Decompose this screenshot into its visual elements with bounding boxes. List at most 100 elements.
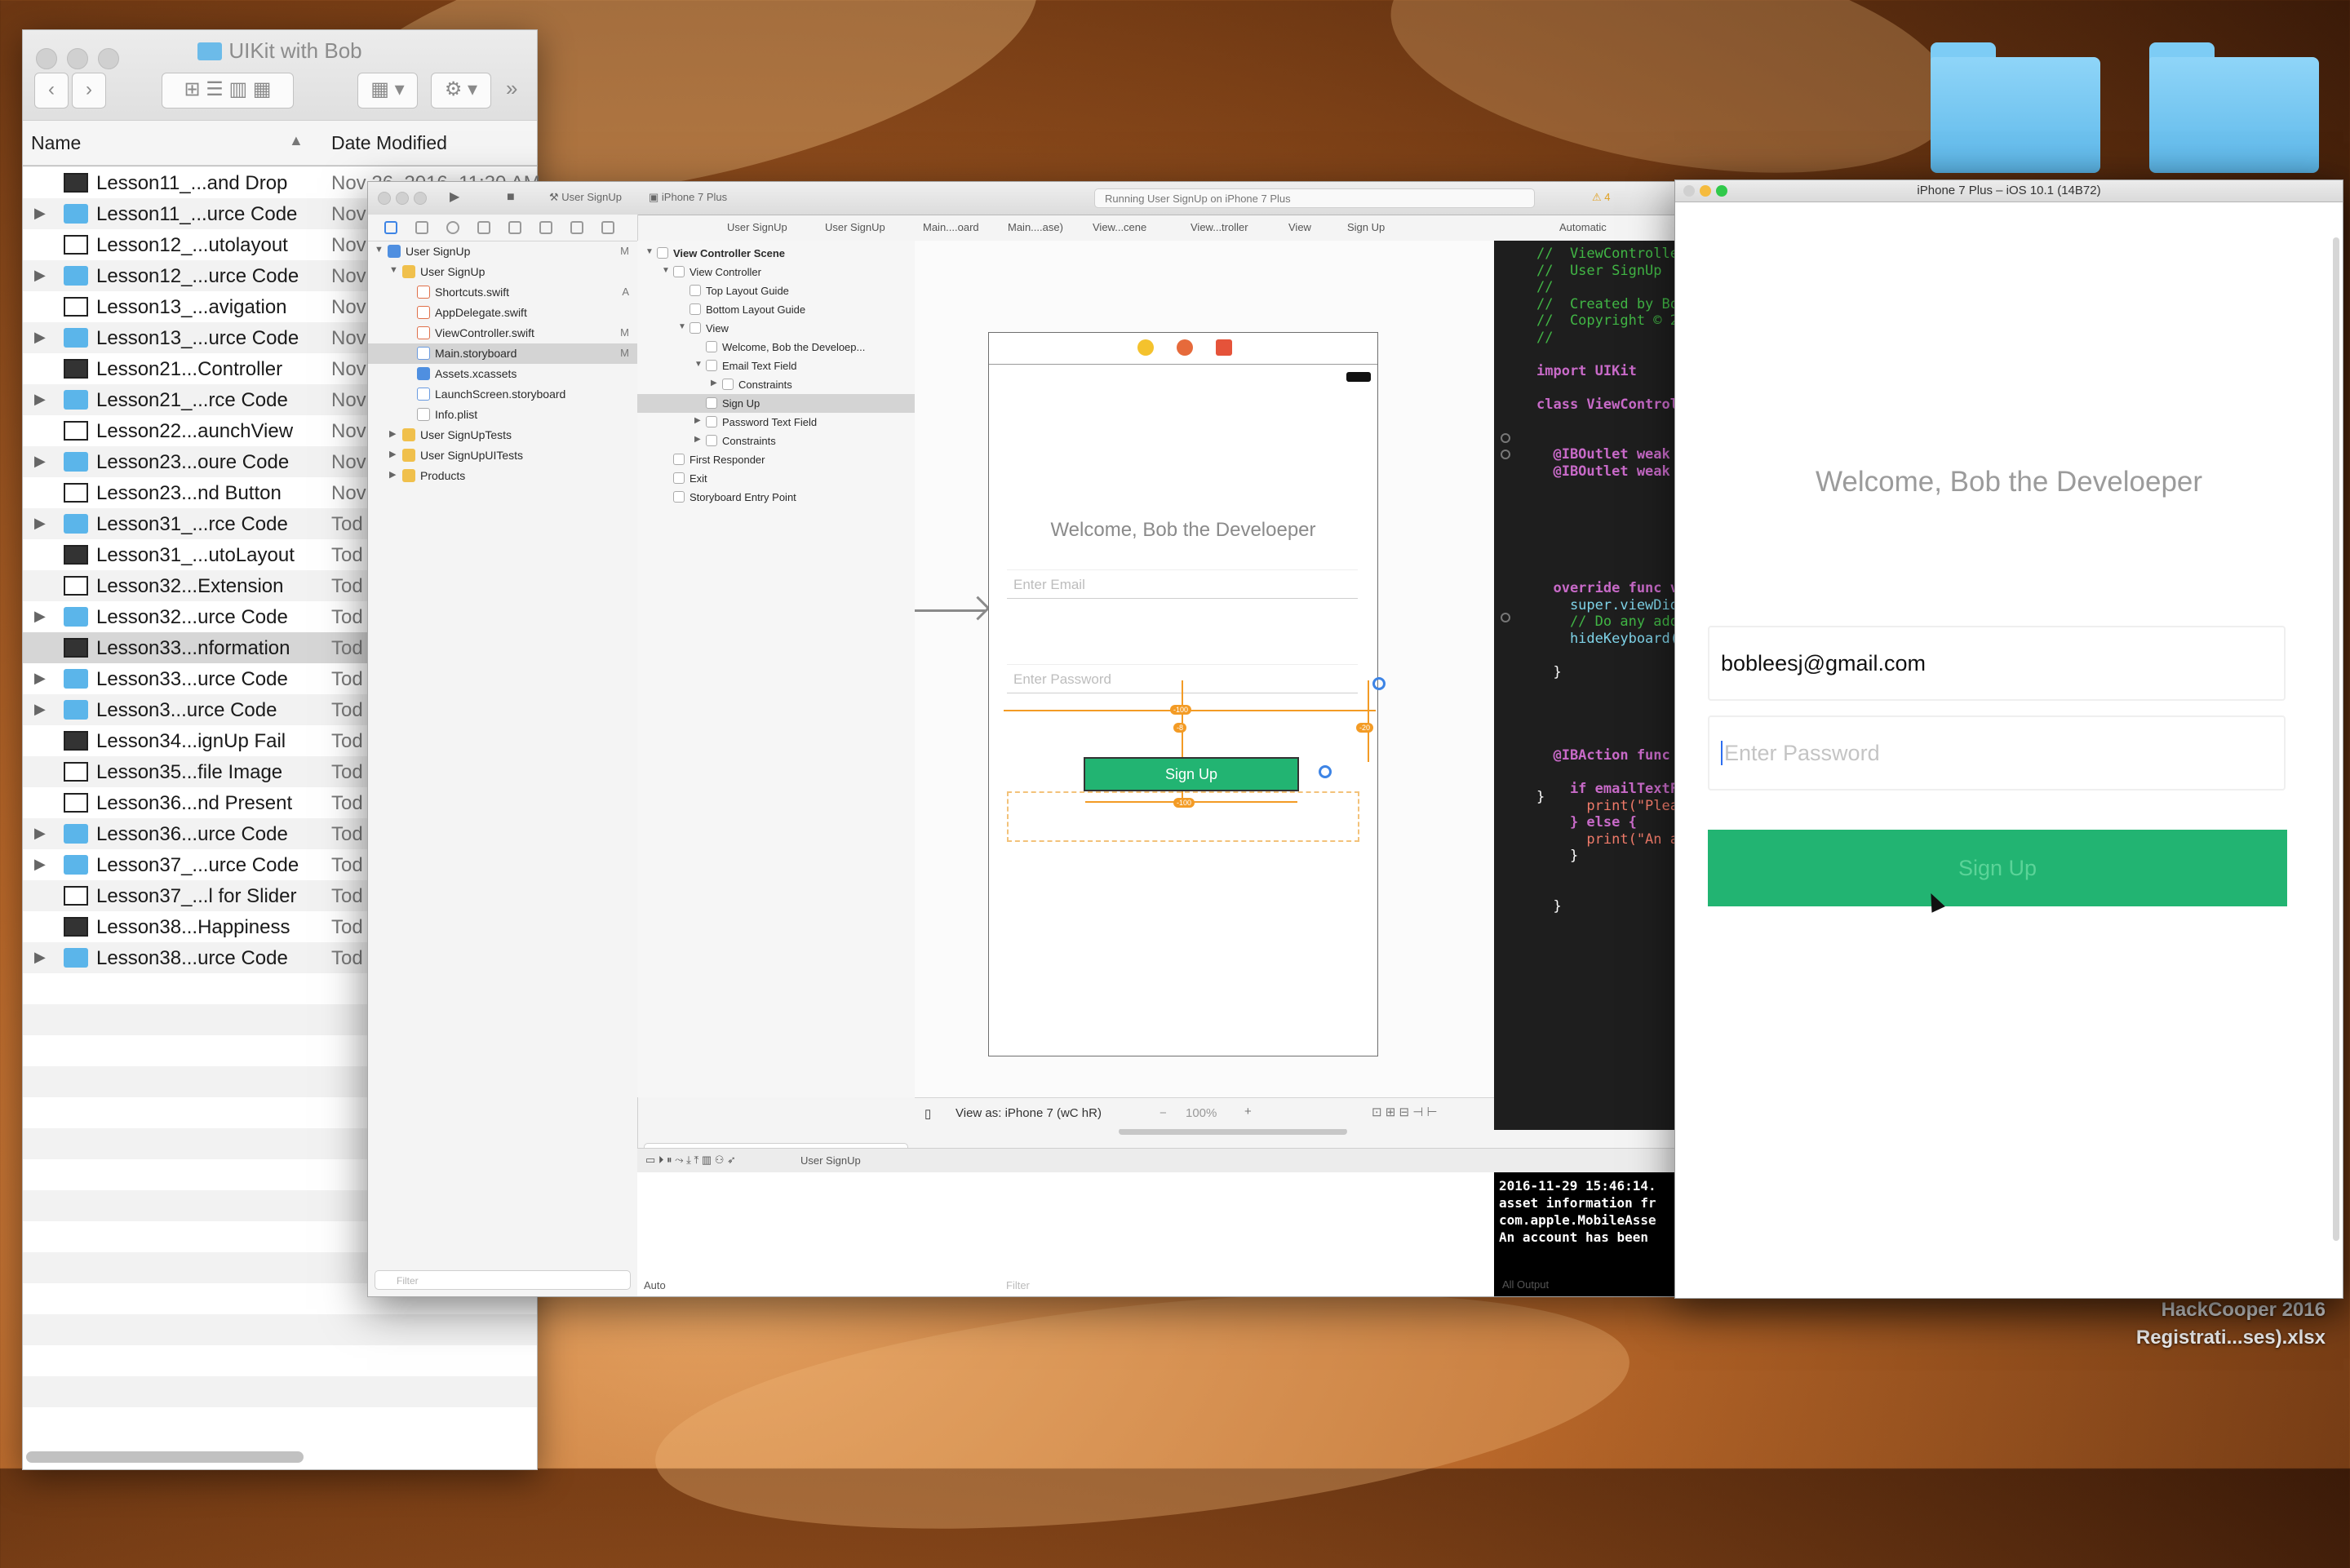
- layout-tools-icon[interactable]: ⊡ ⊞ ⊟ ⊣ ⊢: [1372, 1105, 1438, 1119]
- constraint-badge[interactable]: -20: [1356, 723, 1374, 733]
- email-text-field[interactable]: Enter Email: [1007, 569, 1358, 599]
- desktop-file-label[interactable]: HackCooper 2016: [2162, 1299, 2326, 1322]
- outline-item[interactable]: ▶ Constraints: [637, 432, 915, 450]
- run-button[interactable]: ▶: [450, 188, 459, 206]
- code-line[interactable]: print("An a: [1536, 831, 1678, 848]
- search-icon[interactable]: [446, 221, 459, 234]
- code-line[interactable]: }: [1536, 848, 1578, 864]
- code-line[interactable]: }: [1536, 898, 1561, 915]
- zoom-window-button[interactable]: [414, 192, 427, 205]
- sign-up-button[interactable]: Sign Up: [1084, 757, 1299, 791]
- code-line[interactable]: @IBAction func: [1536, 747, 1669, 764]
- desktop-file-label[interactable]: Registrati...ses).xlsx: [2136, 1327, 2326, 1349]
- navigator-filter[interactable]: Filter: [375, 1270, 631, 1290]
- code-line[interactable]: super.viewDid: [1536, 597, 1678, 613]
- view-mode-switcher[interactable]: ⊞ ☰ ▥ ▦: [162, 73, 294, 109]
- disclosure-triangle-icon[interactable]: ▼: [694, 360, 703, 369]
- outline-item[interactable]: Top Layout Guide: [637, 281, 915, 300]
- simulator-scrollbar[interactable]: [2333, 237, 2339, 1241]
- navigator-item[interactable]: ▶ User SignUpTests: [368, 425, 637, 445]
- toolbar-overflow-icon[interactable]: »: [506, 76, 517, 101]
- navigator-item[interactable]: Shortcuts.swift A: [368, 282, 637, 303]
- disclosure-triangle-icon[interactable]: ▼: [645, 247, 654, 256]
- interface-builder-canvas[interactable]: Welcome, Bob the Develoeper Enter Email …: [915, 241, 1494, 1135]
- code-line[interactable]: // User SignUp: [1536, 263, 1662, 279]
- jump-bar-item[interactable]: View...troller: [1191, 221, 1248, 233]
- email-field[interactable]: bobleesj@gmail.com: [1708, 626, 2286, 701]
- gear-icon[interactable]: ⚙ ▾: [431, 73, 491, 109]
- outline-item[interactable]: First Responder: [637, 450, 915, 469]
- breakpoint-icon[interactable]: [570, 221, 583, 234]
- exit-icon[interactable]: [1216, 339, 1232, 356]
- outline-item[interactable]: ▼ View: [637, 319, 915, 338]
- device-selector[interactable]: ▣ iPhone 7 Plus: [649, 188, 727, 206]
- zoom-out-button[interactable]: −: [1159, 1106, 1167, 1120]
- navigator-item[interactable]: Info.plist: [368, 405, 637, 425]
- navigator-item[interactable]: AppDelegate.swift: [368, 303, 637, 323]
- navigator-item[interactable]: ▶ User SignUpUITests: [368, 445, 637, 466]
- disclosure-triangle-icon[interactable]: ▶: [34, 391, 46, 408]
- disclosure-triangle-icon[interactable]: ▶: [711, 379, 717, 388]
- jump-bar-item[interactable]: View...cene: [1093, 221, 1146, 233]
- outline-item[interactable]: ▼ Email Text Field: [637, 357, 915, 375]
- jump-bar-item[interactable]: Sign Up: [1347, 221, 1385, 233]
- variables-view[interactable]: Auto Filter: [637, 1172, 1495, 1296]
- stop-button[interactable]: ■: [507, 188, 515, 206]
- outline-item[interactable]: ▶ Constraints: [637, 375, 915, 394]
- navigator-item[interactable]: ▶ Products: [368, 466, 637, 486]
- view-controller-icon[interactable]: [1137, 339, 1154, 356]
- code-line[interactable]: // Copyright © 2: [1536, 312, 1678, 329]
- jump-bar-item[interactable]: User SignUp: [825, 221, 885, 233]
- outline-item[interactable]: Exit: [637, 469, 915, 488]
- code-line[interactable]: //: [1536, 330, 1553, 346]
- first-responder-icon[interactable]: [1177, 339, 1193, 356]
- forward-button[interactable]: ›: [72, 73, 106, 109]
- code-line[interactable]: // Created by Bo: [1536, 296, 1678, 312]
- navigator-item[interactable]: ViewController.swift M: [368, 323, 637, 343]
- resize-handle[interactable]: [1319, 765, 1332, 778]
- disclosure-triangle-icon[interactable]: ▶: [34, 608, 46, 625]
- outlet-connection-icon[interactable]: [1501, 433, 1510, 443]
- constraint-line[interactable]: [1182, 680, 1183, 759]
- code-line[interactable]: } else {: [1536, 814, 1637, 831]
- disclosure-triangle-icon[interactable]: ▼: [662, 266, 670, 275]
- code-line[interactable]: //: [1536, 279, 1553, 295]
- constraint-badge[interactable]: -100: [1170, 705, 1192, 715]
- code-line[interactable]: }: [1536, 664, 1561, 680]
- code-line[interactable]: // Do any add: [1536, 613, 1678, 630]
- scene-view[interactable]: Welcome, Bob the Develoeper Enter Email …: [988, 332, 1386, 1056]
- code-line[interactable]: import UIKit: [1536, 363, 1637, 379]
- outline-toggle-icon[interactable]: ▯: [924, 1106, 931, 1121]
- minimize-window-button[interactable]: [1700, 185, 1711, 197]
- outline-item[interactable]: Bottom Layout Guide: [637, 300, 915, 319]
- disclosure-triangle-icon[interactable]: ▶: [34, 267, 46, 284]
- symbol-icon[interactable]: [415, 221, 428, 234]
- test-icon[interactable]: [508, 221, 521, 234]
- zoom-in-button[interactable]: +: [1244, 1105, 1252, 1118]
- close-window-button[interactable]: [1683, 185, 1695, 197]
- jump-bar-item[interactable]: User SignUp: [727, 221, 787, 233]
- outline-item[interactable]: Storyboard Entry Point: [637, 488, 915, 507]
- debug-controls[interactable]: ▭ ⏵ ⏸ ⤳ ⤓ ⤒ ▥ ⚇ ➶: [645, 1154, 736, 1167]
- horizontal-scrollbar[interactable]: [26, 1451, 304, 1463]
- action-connection-icon[interactable]: [1501, 613, 1510, 622]
- jump-bar-item[interactable]: View: [1288, 221, 1311, 233]
- disclosure-triangle-icon[interactable]: ▶: [34, 670, 46, 687]
- console-filter[interactable]: Filter: [1006, 1279, 1030, 1291]
- constraint-line[interactable]: [1368, 680, 1369, 762]
- constraint-badge[interactable]: -8: [1173, 723, 1187, 733]
- back-button[interactable]: ‹: [34, 73, 69, 109]
- outline-item[interactable]: Welcome, Bob the Develoep...: [637, 338, 915, 357]
- jump-bar-item[interactable]: Main....oard: [923, 221, 979, 233]
- disclosure-triangle-icon[interactable]: ▼: [389, 265, 398, 275]
- outline-item[interactable]: ▼ View Controller: [637, 263, 915, 281]
- arrange-menu-button[interactable]: ▦ ▾: [357, 73, 418, 109]
- resize-handle[interactable]: [1372, 677, 1386, 690]
- disclosure-triangle-icon[interactable]: ▶: [34, 329, 46, 346]
- disclosure-triangle-icon[interactable]: ▶: [34, 515, 46, 532]
- navigator-item[interactable]: ▼ User SignUp: [368, 262, 637, 282]
- code-line[interactable]: class ViewControl: [1536, 396, 1678, 413]
- code-line[interactable]: // ViewControlle: [1536, 246, 1678, 262]
- disclosure-triangle-icon[interactable]: ▼: [678, 322, 686, 331]
- warning-icon[interactable]: ⚠ 4: [1592, 188, 1611, 206]
